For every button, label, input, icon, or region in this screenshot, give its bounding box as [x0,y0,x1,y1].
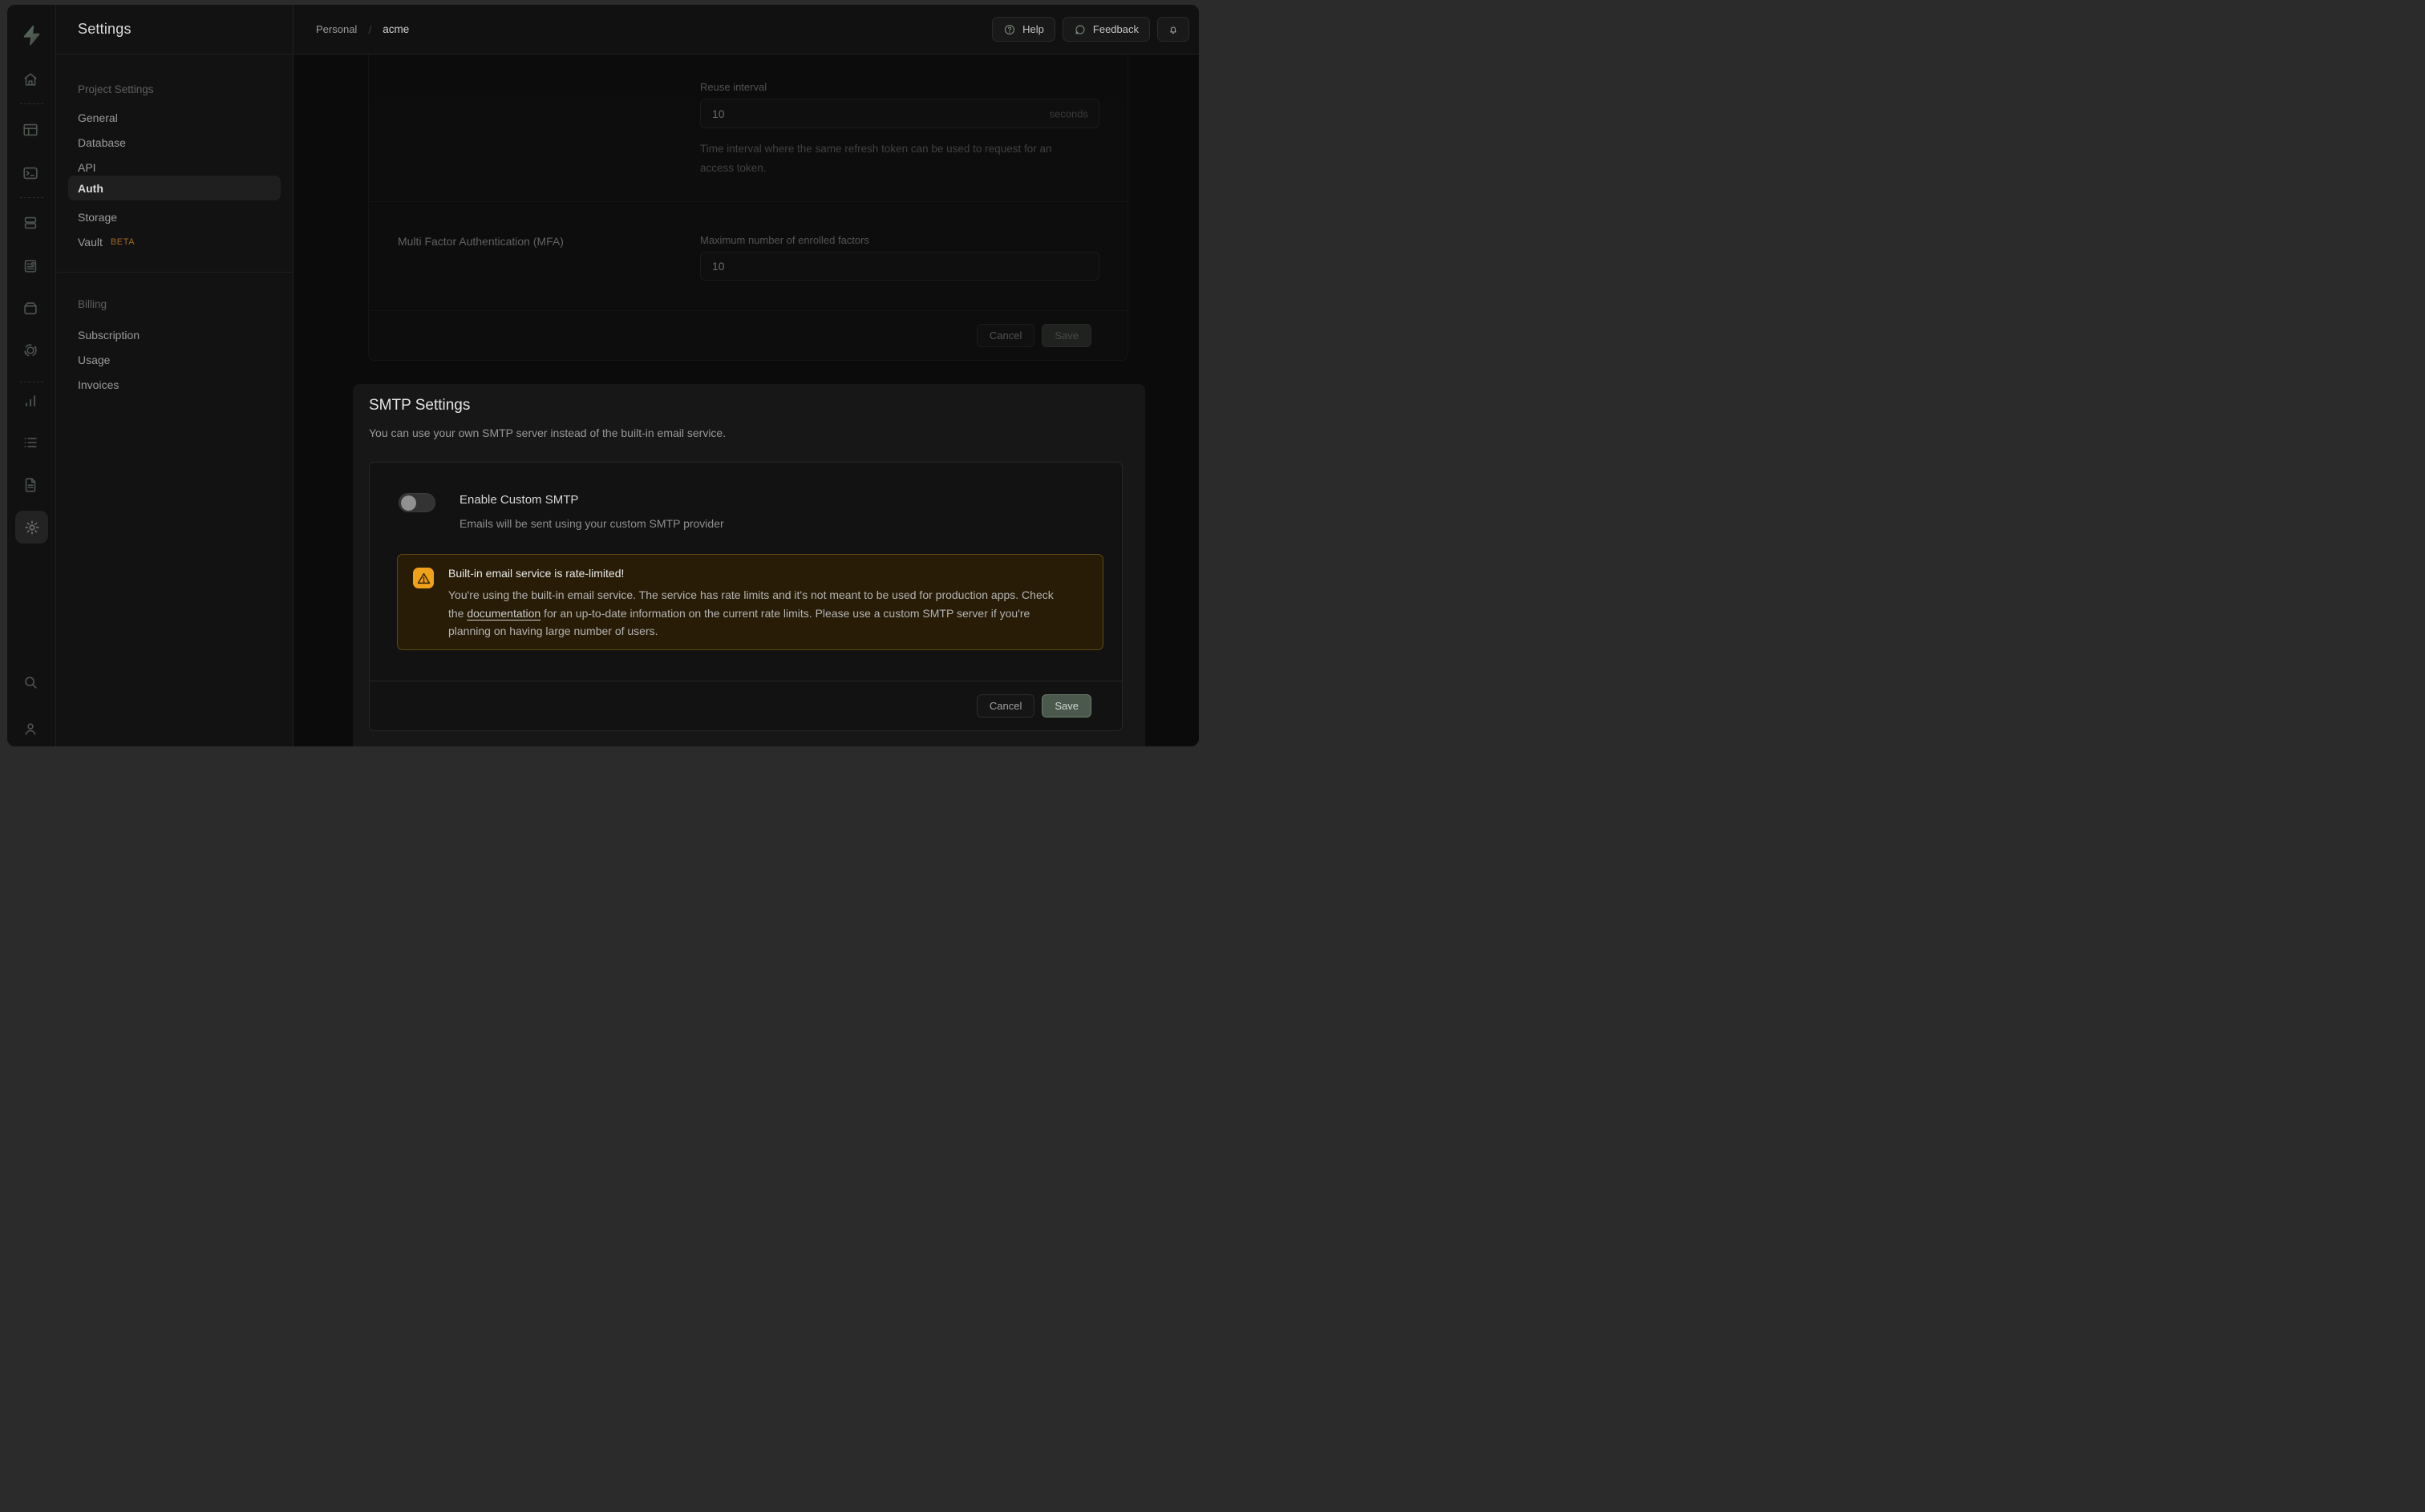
user-icon[interactable] [22,718,43,739]
logs-icon[interactable] [22,432,43,453]
bell-icon [1168,23,1178,36]
smtp-card: Enable Custom SMTP Emails will be sent u… [369,462,1123,731]
cancel-button[interactable]: Cancel [977,324,1034,347]
mfa-field [700,252,1099,281]
supabase-logo-icon [20,24,43,46]
mfa-max-factors-input[interactable] [701,253,1099,280]
settings-icon[interactable] [15,511,48,544]
nav-heading-project-settings: Project Settings [78,83,154,95]
cancel-button[interactable]: Cancel [977,694,1034,718]
reuse-interval-label: Reuse interval [700,81,767,93]
storage-icon[interactable] [22,297,43,318]
reports-icon[interactable] [22,390,43,411]
smtp-section-description: You can use your own SMTP server instead… [369,427,726,439]
mfa-field-label: Maximum number of enrolled factors [700,234,869,246]
top-bar: Personal / acme Help Feedback [294,5,1199,55]
alert-title: Built-in email service is rate-limited! [448,567,624,580]
warning-icon [413,568,434,588]
nav-section-divider [56,272,293,273]
api-docs-icon[interactable] [22,475,43,495]
mfa-section-label: Multi Factor Authentication (MFA) [398,235,564,248]
sidebar-item-usage[interactable]: Usage [56,348,293,372]
breadcrumb-org[interactable]: Personal [316,23,357,35]
rail-divider [20,103,43,104]
app-window: Settings Project Settings General Databa… [7,5,1199,746]
toggle-knob [401,495,416,511]
settings-sidebar: Settings Project Settings General Databa… [56,5,294,746]
alert-body: You're using the built-in email service.… [448,586,1058,641]
home-icon[interactable] [22,69,43,90]
auth-tokens-card: Reuse interval seconds Time interval whe… [368,55,1128,361]
settings-sidebar-header: Settings [56,5,293,55]
smtp-section-title: SMTP Settings [369,397,470,414]
topbar-actions: Help Feedback [992,17,1189,42]
help-button[interactable]: Help [992,17,1055,42]
smtp-settings-section: SMTP Settings You can use your own SMTP … [353,384,1145,746]
rate-limit-alert: Built-in email service is rate-limited! … [397,554,1103,650]
sidebar-item-invoices[interactable]: Invoices [56,373,293,397]
enable-custom-smtp-description: Emails will be sent using your custom SM… [459,517,724,530]
content-scroll-area[interactable]: Reuse interval seconds Time interval whe… [294,55,1199,746]
reuse-interval-field: seconds [700,99,1099,128]
icon-rail [7,5,56,746]
sidebar-item-storage[interactable]: Storage [56,205,293,229]
auth-icon[interactable] [22,256,43,277]
main-area: Personal / acme Help Feedback [294,5,1199,746]
smtp-card-footer: Cancel Save [370,681,1122,730]
page-title: Settings [78,21,132,38]
card-divider [369,201,1127,202]
reuse-interval-unit: seconds [1050,107,1088,119]
sidebar-item-subscription[interactable]: Subscription [56,323,293,347]
sidebar-item-general[interactable]: General [56,106,293,130]
help-icon [1003,23,1016,36]
sidebar-item-auth-label: Auth [78,182,103,195]
nav-heading-billing: Billing [78,298,107,310]
auth-card-footer: Cancel Save [369,310,1127,361]
enable-custom-smtp-label: Enable Custom SMTP [459,493,578,507]
database-icon[interactable] [22,212,43,233]
feedback-button[interactable]: Feedback [1063,17,1150,42]
breadcrumb-project[interactable]: acme [383,23,409,35]
breadcrumb-separator: / [368,23,371,36]
save-button[interactable]: Save [1042,694,1091,718]
help-button-label: Help [1022,23,1044,35]
rail-divider [20,197,43,198]
sidebar-item-vault-label: Vault [78,236,103,249]
sidebar-item-database[interactable]: Database [56,131,293,155]
beta-badge: BETA [111,237,135,247]
sidebar-item-auth[interactable]: Auth [68,176,281,200]
sidebar-item-vault[interactable]: Vault BETA [56,230,293,254]
search-icon[interactable] [22,672,43,693]
sql-editor-icon[interactable] [22,163,43,184]
reuse-interval-help: Time interval where the same refresh tok… [700,139,1071,178]
feedback-icon [1074,23,1087,36]
notifications-button[interactable] [1157,17,1189,42]
enable-custom-smtp-toggle[interactable] [399,493,435,512]
table-editor-icon[interactable] [22,119,43,140]
feedback-button-label: Feedback [1093,23,1139,35]
documentation-link[interactable]: documentation [467,607,540,620]
reuse-interval-input[interactable] [701,99,1099,127]
save-button[interactable]: Save [1042,324,1091,347]
desktop: Settings Project Settings General Databa… [0,0,1212,756]
edge-functions-icon[interactable] [22,340,43,361]
